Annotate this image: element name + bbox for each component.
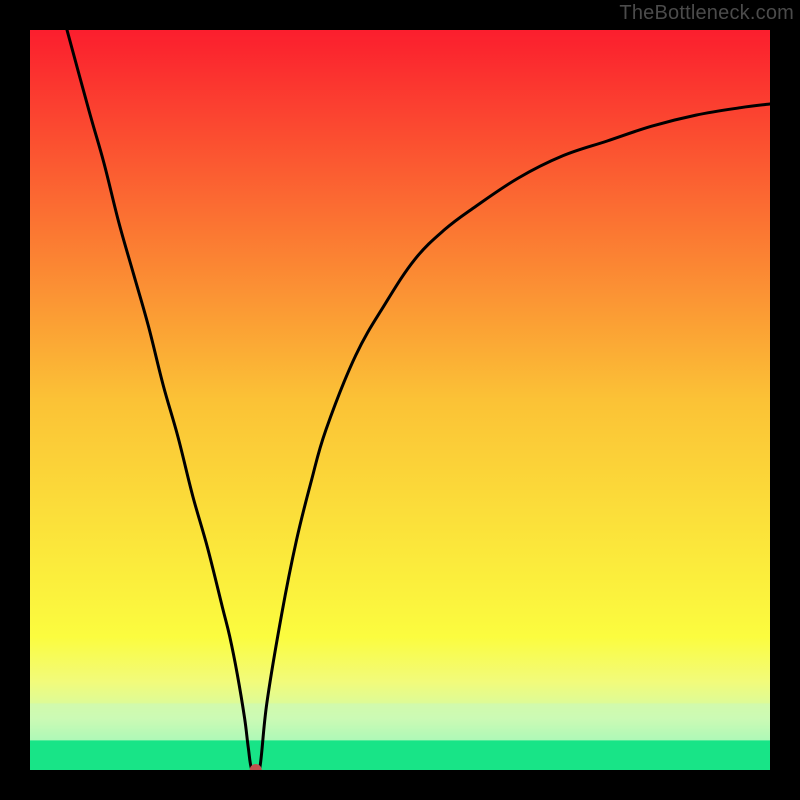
green-band: [30, 740, 770, 770]
watermark-text: TheBottleneck.com: [619, 2, 794, 25]
chart-svg: [30, 30, 770, 770]
plot-area: [30, 30, 770, 770]
gradient-background: [30, 30, 770, 770]
chart-frame: TheBottleneck.com: [0, 0, 800, 800]
pale-green-band: [30, 703, 770, 740]
